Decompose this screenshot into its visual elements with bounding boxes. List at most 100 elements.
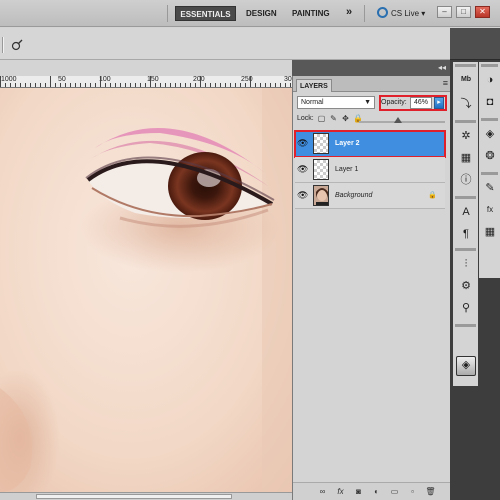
layer-style-icon[interactable]: fx — [335, 486, 346, 497]
layer-row[interactable]: 👁 Layer 1 — [295, 157, 445, 183]
collapse-icon[interactable]: ◂◂ — [438, 63, 446, 72]
blend-mode-select[interactable]: Normal ▼ — [297, 96, 375, 109]
brush-presets-icon[interactable]: ⫶ — [457, 256, 475, 272]
history-icon[interactable]: ⤵ — [457, 96, 475, 112]
grip[interactable] — [481, 64, 498, 67]
ruler-tick — [165, 83, 166, 87]
layers-stack-icon[interactable]: ◈ — [456, 356, 476, 376]
ruler-tick — [235, 83, 236, 87]
new-group-icon[interactable]: ▭ — [389, 486, 400, 497]
image-icon[interactable]: ▦ — [457, 150, 475, 166]
ruler-tick — [110, 83, 111, 87]
ruler-tick — [115, 83, 116, 87]
opacity-slider-button[interactable]: ▸ — [434, 97, 444, 109]
grip[interactable] — [455, 248, 476, 251]
grip[interactable] — [455, 120, 476, 123]
fill-slider-track[interactable] — [359, 121, 445, 123]
ruler-tick — [215, 83, 216, 87]
panel-header-strip: ◂◂ — [292, 60, 450, 76]
minimize-button[interactable]: – — [437, 6, 452, 18]
document-canvas[interactable] — [0, 88, 292, 492]
clone-source-icon[interactable]: ⚲ — [457, 300, 475, 316]
ruler-tick — [35, 83, 36, 87]
mini-bridge-icon[interactable]: Mb — [457, 72, 475, 88]
separator — [167, 5, 168, 22]
tool-presets-icon[interactable]: ⚙ — [457, 278, 475, 294]
fill-slider-knob[interactable] — [393, 117, 402, 123]
eye-icon[interactable]: 👁 — [297, 164, 308, 175]
ruler-tick — [130, 83, 131, 87]
ruler-tick — [155, 83, 156, 87]
right-dock: Mb ⤵ ✲ ▦ ⓘ A ¶ ⫶ ⚙ ⚲ ◈ ◑ ◘ ◈ ❂ ✎ fx ▦ — [450, 28, 500, 500]
paint-palette-icon[interactable]: ✎ — [481, 180, 499, 196]
ruler-tick — [140, 83, 141, 87]
layer-row[interactable]: 👁 Layer 2 — [294, 130, 446, 158]
panel-menu-icon[interactable]: ≡ — [443, 78, 448, 88]
ruler-tick — [70, 83, 71, 87]
grip[interactable] — [455, 196, 476, 199]
eye-icon[interactable]: 👁 — [297, 190, 308, 201]
ruler-tick — [290, 83, 291, 87]
ruler-tick — [145, 83, 146, 87]
info-icon[interactable]: ⓘ — [457, 172, 475, 188]
layer-row[interactable]: 👁 Background 🔒 — [295, 183, 445, 209]
paragraph-icon[interactable]: ¶ — [457, 226, 475, 242]
scrollbar-thumb[interactable] — [36, 494, 232, 499]
link-layers-icon[interactable]: ∞ — [317, 486, 328, 497]
effects-icon[interactable]: fx — [481, 202, 499, 218]
lock-transparency-icon[interactable]: ▢ — [317, 114, 326, 123]
dock-column-right: ◑ ◘ ◈ ❂ ✎ fx ▦ — [479, 62, 500, 278]
close-button[interactable]: ✕ — [475, 6, 490, 18]
panel-tab-row: LAYERS ≡ — [293, 76, 451, 92]
ruler-tick — [100, 76, 101, 87]
ruler-tick — [95, 83, 96, 87]
grip[interactable] — [455, 324, 476, 327]
blend-mode-value: Normal — [301, 99, 324, 106]
ruler-label: 150 — [147, 76, 159, 83]
ruler-tick — [75, 83, 76, 87]
eye-icon[interactable]: 👁 — [297, 138, 308, 149]
grip[interactable] — [481, 172, 498, 175]
more-workspaces-button[interactable]: » — [346, 5, 352, 20]
ruler-tick — [170, 83, 171, 87]
grip[interactable] — [455, 64, 476, 67]
swatches-icon[interactable]: ✲ — [457, 128, 475, 144]
ruler-tick — [250, 76, 251, 87]
styles-icon[interactable]: ❂ — [481, 148, 499, 164]
separator — [364, 5, 365, 22]
opacity-input[interactable]: 46% — [410, 97, 432, 109]
cs-live-button[interactable]: CS Live ▾ — [377, 6, 425, 21]
ruler-tick — [120, 83, 121, 87]
color-icon[interactable]: ◈ — [481, 126, 499, 142]
ruler-tick — [65, 83, 66, 87]
lock-label: Lock: — [297, 115, 314, 122]
face-photo — [0, 88, 292, 492]
lock-position-icon[interactable]: ✥ — [341, 114, 350, 123]
masks-icon[interactable]: ◘ — [481, 94, 499, 110]
ruler-tick — [50, 76, 51, 87]
grip[interactable] — [481, 118, 498, 121]
horizontal-scrollbar[interactable] — [0, 492, 292, 500]
add-mask-icon[interactable]: ◙ — [353, 486, 364, 497]
workspace-essentials-button[interactable]: ESSENTIALS — [175, 6, 236, 21]
tab-layers[interactable]: LAYERS — [296, 79, 332, 92]
separator — [2, 37, 4, 53]
airbrush-icon[interactable] — [11, 39, 23, 51]
new-layer-icon[interactable]: ▫ — [407, 486, 418, 497]
grid-icon[interactable]: ▦ — [481, 224, 499, 240]
adjustments-icon[interactable]: ◑ — [481, 72, 499, 88]
workspace-design-button[interactable]: DESIGN — [246, 6, 277, 21]
ruler-label: 300 — [284, 76, 292, 83]
workspace-painting-button[interactable]: PAINTING — [292, 6, 330, 21]
lock-image-icon[interactable]: ✎ — [329, 114, 338, 123]
ruler-label: 50 — [58, 76, 66, 83]
trash-icon[interactable]: 🗑 — [425, 486, 436, 497]
adjustment-layer-icon[interactable]: ◐ — [371, 486, 382, 497]
ruler-tick — [260, 83, 261, 87]
horizontal-ruler: 1000 50 100 150 200 250 300 — [0, 76, 292, 88]
maximize-button[interactable]: □ — [456, 6, 471, 18]
ruler-tick — [180, 83, 181, 87]
character-icon[interactable]: A — [457, 204, 475, 220]
layer-name: Background — [335, 192, 373, 199]
ruler-tick — [15, 83, 16, 87]
